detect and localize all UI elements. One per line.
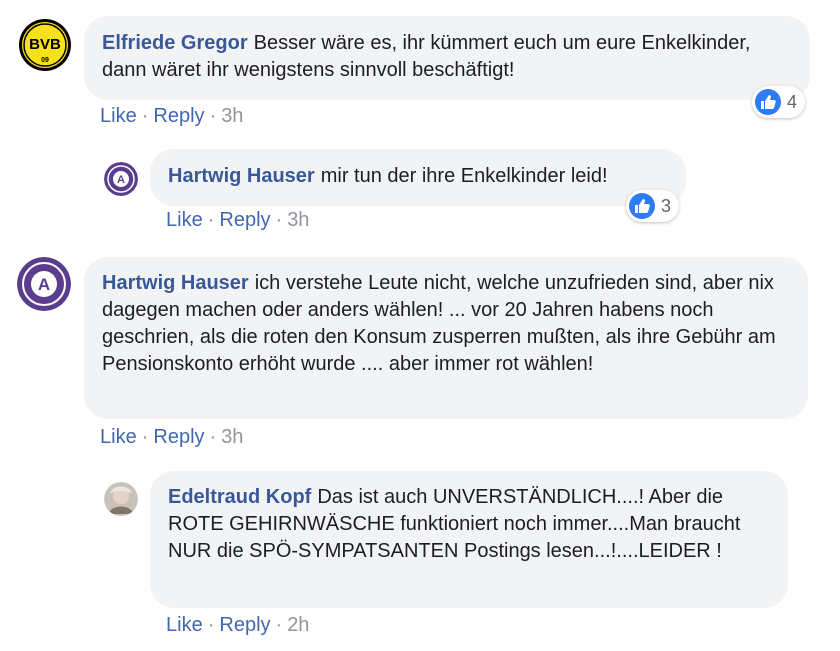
like-link[interactable]: Like	[100, 105, 137, 127]
comment-bubble: Hartwig Hauser ich verstehe Leute nicht, …	[84, 257, 808, 419]
comment-actions: Like · Reply · 2h	[166, 614, 309, 637]
comment-text: mir tun der ihre Enkelkinder leid!	[320, 165, 608, 187]
comment-author[interactable]: Elfriede Gregor	[102, 32, 248, 54]
reply-link[interactable]: Reply	[219, 614, 270, 636]
reaction-count: 4	[787, 91, 798, 112]
separator: ·	[209, 426, 217, 448]
comment-actions: Like · Reply · 3h	[100, 426, 243, 449]
comment-2: A Hartwig Hauser ich verstehe Leute nicht…	[0, 245, 840, 460]
comment-1: BVB 09 Elfriede Gregor Besser wäre es, ih…	[0, 0, 840, 140]
reply-link[interactable]: Reply	[219, 209, 270, 231]
svg-text:BVB: BVB	[29, 36, 61, 53]
comment-bubble: Elfriede Gregor Besser wäre es, ihr kümme…	[84, 16, 810, 100]
austria-wien-logo-avatar[interactable]: A	[17, 257, 71, 311]
like-link[interactable]: Like	[100, 426, 137, 448]
svg-text:A: A	[117, 174, 125, 186]
user-photo-avatar-icon	[104, 482, 138, 516]
svg-text:A: A	[38, 275, 50, 294]
like-link[interactable]: Like	[166, 209, 203, 231]
like-icon	[755, 89, 781, 115]
austria-wien-logo-icon: A	[104, 162, 138, 196]
reply-link[interactable]: Reply	[153, 426, 204, 448]
comment-actions: Like · Reply · 3h	[100, 105, 243, 128]
comment-author[interactable]: Hartwig Hauser	[168, 165, 315, 187]
separator: ·	[207, 209, 215, 231]
separator: ·	[141, 105, 149, 127]
separator: ·	[209, 105, 217, 127]
reaction-summary[interactable]: 3	[626, 190, 680, 222]
comment-bubble: Edeltraud Kopf Das ist auch UNVERSTÄNDLIC…	[150, 471, 788, 608]
reaction-count: 3	[661, 195, 672, 216]
reply-link[interactable]: Reply	[153, 105, 204, 127]
reply-2: Edeltraud Kopf Das ist auch UNVERSTÄNDLIC…	[0, 460, 840, 651]
austria-wien-logo-avatar[interactable]: A	[104, 162, 138, 196]
comment-actions: Like · Reply · 3h	[166, 209, 309, 232]
separator: ·	[275, 614, 283, 636]
reply-1: A Hartwig Hauser mir tun der ihre Enkelki…	[0, 140, 840, 245]
comment-timestamp[interactable]: 2h	[287, 614, 309, 636]
separator: ·	[207, 614, 215, 636]
reaction-summary[interactable]: 4	[752, 86, 806, 118]
comment-timestamp[interactable]: 3h	[287, 209, 309, 231]
comment-timestamp[interactable]: 3h	[221, 105, 243, 127]
like-link[interactable]: Like	[166, 614, 203, 636]
comment-author[interactable]: Hartwig Hauser	[102, 272, 249, 294]
comment-timestamp[interactable]: 3h	[221, 426, 243, 448]
bvb-logo-icon: BVB 09	[19, 19, 71, 71]
separator: ·	[275, 209, 283, 231]
user-photo-avatar[interactable]	[104, 482, 138, 516]
bvb-logo-avatar[interactable]: BVB 09	[18, 18, 72, 72]
comment-author[interactable]: Edeltraud Kopf	[168, 486, 311, 508]
austria-wien-logo-icon: A	[17, 257, 71, 311]
like-icon	[629, 193, 655, 219]
separator: ·	[141, 426, 149, 448]
comment-bubble: Hartwig Hauser mir tun der ihre Enkelkind…	[150, 149, 686, 206]
svg-text:09: 09	[41, 57, 49, 64]
